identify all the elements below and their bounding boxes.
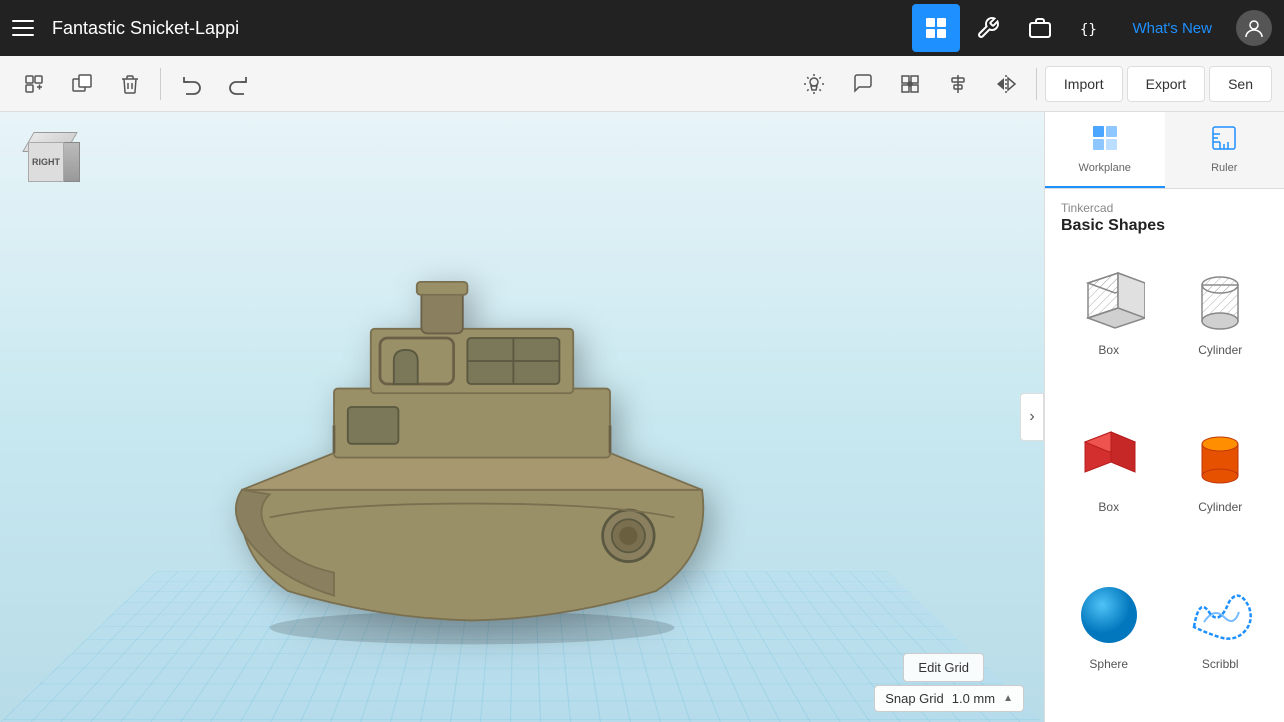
import-button[interactable]: Import [1045, 66, 1123, 102]
shape-preview-sphere-solid [1069, 573, 1149, 653]
briefcase-button[interactable] [1016, 4, 1064, 52]
panel-collapse-button[interactable]: › [1020, 393, 1044, 441]
shape-item-scribble[interactable]: Scribbl [1169, 565, 1273, 714]
shape-item-cylinder-wireframe[interactable]: Cylinder [1169, 251, 1273, 400]
shape-preview-cylinder-wireframe [1180, 259, 1260, 339]
snap-grid-control: Snap Grid 1.0 mm ▲ [874, 685, 1024, 712]
top-navigation: Fantastic Snicket-Lappi {} What's New [0, 0, 1284, 56]
shape-item-cylinder-solid[interactable]: Cylinder [1169, 408, 1273, 557]
whats-new-button[interactable]: What's New [1120, 4, 1224, 52]
user-avatar[interactable] [1236, 10, 1272, 46]
shape-label-cylinder-wireframe: Cylinder [1198, 343, 1242, 357]
viewport[interactable]: RIGHT [0, 112, 1044, 722]
tab-ruler-label: Ruler [1211, 162, 1237, 174]
shape-item-sphere-solid[interactable]: Sphere [1057, 565, 1161, 714]
add-object-button[interactable] [12, 62, 56, 106]
shape-label-cylinder-solid: Cylinder [1198, 500, 1242, 514]
orientation-cube[interactable]: RIGHT [20, 132, 80, 192]
main-area: RIGHT [0, 112, 1284, 722]
cube-label: RIGHT [32, 157, 60, 167]
export-button[interactable]: Export [1127, 66, 1205, 102]
code-button[interactable]: {} [1068, 4, 1116, 52]
group-button[interactable] [888, 62, 932, 106]
app-title: Fantastic Snicket-Lappi [52, 18, 912, 39]
shapes-header: Tinkercad Basic Shapes [1045, 189, 1284, 243]
shapes-title: Basic Shapes [1061, 217, 1268, 235]
nav-icons: {} What's New [912, 4, 1272, 52]
snap-grid-label: Snap Grid [885, 691, 944, 706]
shape-item-box-wireframe[interactable]: Box [1057, 251, 1161, 400]
align-button[interactable] [936, 62, 980, 106]
menu-icon[interactable] [12, 14, 40, 42]
shape-label-box-wireframe: Box [1098, 343, 1119, 357]
duplicate-button[interactable] [60, 62, 104, 106]
snap-grid-value: 1.0 mm [952, 691, 995, 706]
snap-grid-arrow[interactable]: ▲ [1003, 693, 1013, 704]
tab-workplane[interactable]: Workplane [1045, 112, 1165, 188]
toolbar: Import Export Sen [0, 56, 1284, 112]
send-button[interactable]: Sen [1209, 66, 1272, 102]
note-button[interactable] [840, 62, 884, 106]
ruler-icon [1210, 124, 1238, 158]
collapse-arrow-icon: › [1029, 408, 1034, 426]
shape-label-sphere-solid: Sphere [1089, 657, 1128, 671]
mirror-button[interactable] [984, 62, 1028, 106]
toolbar-divider-2 [1036, 68, 1037, 100]
shapes-grid: Box Cylinder [1045, 243, 1284, 722]
right-panel: Workplane Ruler Tinkerc [1044, 112, 1284, 722]
shape-item-box-solid[interactable]: Box [1057, 408, 1161, 557]
shape-preview-cylinder-solid [1180, 416, 1260, 496]
workplane-icon [1091, 124, 1119, 158]
delete-button[interactable] [108, 62, 152, 106]
shape-preview-box-wireframe [1069, 259, 1149, 339]
grid-view-button[interactable] [912, 4, 960, 52]
boat-model [150, 172, 794, 642]
panel-tabs: Workplane Ruler [1045, 112, 1284, 189]
svg-text:{}: {} [1080, 22, 1097, 38]
redo-button[interactable] [217, 62, 261, 106]
shape-preview-scribble [1180, 573, 1260, 653]
tab-workplane-label: Workplane [1079, 162, 1131, 174]
shape-preview-box-solid [1069, 416, 1149, 496]
tools-button[interactable] [964, 4, 1012, 52]
shape-label-scribble: Scribbl [1202, 657, 1239, 671]
toolbar-divider-1 [160, 68, 161, 100]
light-button[interactable] [792, 62, 836, 106]
shape-label-box-solid: Box [1098, 500, 1119, 514]
tab-ruler[interactable]: Ruler [1165, 112, 1284, 188]
undo-button[interactable] [169, 62, 213, 106]
edit-grid-button[interactable]: Edit Grid [903, 653, 984, 682]
shapes-source: Tinkercad [1061, 201, 1268, 215]
